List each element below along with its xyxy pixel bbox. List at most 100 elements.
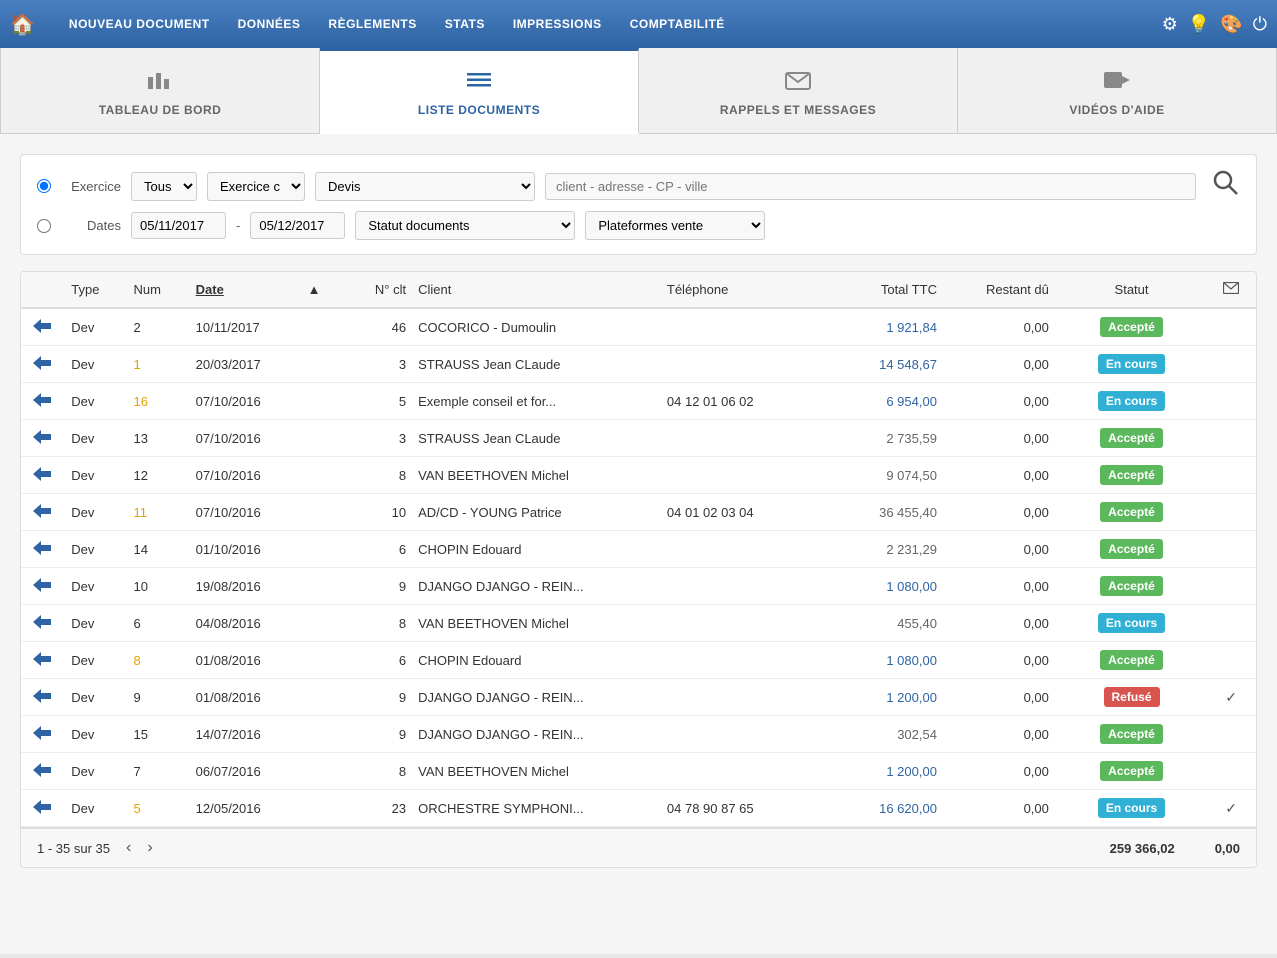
row-client[interactable]: CHOPIN Edouard	[410, 642, 659, 679]
next-page-button[interactable]: ›	[141, 837, 158, 859]
statut-badge[interactable]: Accepté	[1100, 465, 1163, 485]
table-row[interactable]: Dev 1 20/03/2017 3 STRAUSS Jean CLaude 1…	[21, 346, 1256, 383]
row-statut[interactable]: Accepté	[1057, 308, 1206, 346]
row-statut[interactable]: Accepté	[1057, 716, 1206, 753]
table-row[interactable]: Dev 15 14/07/2016 9 DJANGO DJANGO - REIN…	[21, 716, 1256, 753]
statut-badge[interactable]: En cours	[1098, 798, 1165, 818]
col-header-nclt[interactable]: N° clt	[336, 272, 411, 308]
tab-rappels-messages[interactable]: RAPPELS ET MESSAGES	[639, 48, 958, 133]
row-num[interactable]: 2	[125, 308, 187, 346]
row-action-icon[interactable]	[21, 568, 63, 605]
statut-badge[interactable]: En cours	[1098, 391, 1165, 411]
col-header-client[interactable]: Client	[410, 272, 659, 308]
row-action-icon[interactable]	[21, 531, 63, 568]
row-client[interactable]: STRAUSS Jean CLaude	[410, 346, 659, 383]
search-button[interactable]	[1212, 169, 1240, 203]
nav-donnees[interactable]: DONNÉES	[224, 17, 315, 31]
statut-badge[interactable]: En cours	[1098, 613, 1165, 633]
row-num[interactable]: 6	[125, 605, 187, 642]
row-num[interactable]: 16	[125, 383, 187, 420]
row-num[interactable]: 12	[125, 457, 187, 494]
row-action-icon[interactable]	[21, 642, 63, 679]
client-search-input[interactable]	[545, 173, 1196, 200]
row-client[interactable]: VAN BEETHOVEN Michel	[410, 753, 659, 790]
tab-videos-aide[interactable]: VIDÉOS D'AIDE	[958, 48, 1277, 133]
row-num[interactable]: 11	[125, 494, 187, 531]
date-to-input[interactable]	[250, 212, 345, 239]
palette-icon[interactable]: 🎨	[1220, 14, 1242, 35]
row-num[interactable]: 1	[125, 346, 187, 383]
row-action-icon[interactable]	[21, 790, 63, 827]
row-num[interactable]: 14	[125, 531, 187, 568]
statut-badge[interactable]: Accepté	[1100, 428, 1163, 448]
row-action-icon[interactable]	[21, 420, 63, 457]
nav-stats[interactable]: STATS	[431, 17, 499, 31]
statut-badge[interactable]: Accepté	[1100, 539, 1163, 559]
row-action-icon[interactable]	[21, 346, 63, 383]
row-statut[interactable]: Accepté	[1057, 457, 1206, 494]
row-action-icon[interactable]	[21, 457, 63, 494]
row-statut[interactable]: En cours	[1057, 383, 1206, 420]
statut-badge[interactable]: Accepté	[1100, 317, 1163, 337]
table-row[interactable]: Dev 5 12/05/2016 23 ORCHESTRE SYMPHONI..…	[21, 790, 1256, 827]
power-icon[interactable]: ⏻	[1253, 14, 1267, 35]
row-client[interactable]: VAN BEETHOVEN Michel	[410, 605, 659, 642]
row-statut[interactable]: Accepté	[1057, 642, 1206, 679]
table-row[interactable]: Dev 11 07/10/2016 10 AD/CD - YOUNG Patri…	[21, 494, 1256, 531]
row-client[interactable]: CHOPIN Edouard	[410, 531, 659, 568]
nav-comptabilite[interactable]: COMPTABILITÉ	[616, 17, 739, 31]
row-action-icon[interactable]	[21, 605, 63, 642]
statut-select[interactable]: Statut documents	[355, 211, 575, 240]
col-header-date[interactable]: Date	[188, 272, 300, 308]
row-num[interactable]: 13	[125, 420, 187, 457]
table-row[interactable]: Dev 13 07/10/2016 3 STRAUSS Jean CLaude …	[21, 420, 1256, 457]
table-row[interactable]: Dev 6 04/08/2016 8 VAN BEETHOVEN Michel …	[21, 605, 1256, 642]
table-row[interactable]: Dev 8 01/08/2016 6 CHOPIN Edouard 1 080,…	[21, 642, 1256, 679]
row-client[interactable]: DJANGO DJANGO - REIN...	[410, 716, 659, 753]
exercice-select[interactable]: Tous	[131, 172, 197, 201]
nav-nouveau-document[interactable]: NOUVEAU DOCUMENT	[55, 17, 224, 31]
row-num[interactable]: 9	[125, 679, 187, 716]
tab-tableau-de-bord[interactable]: TABLEAU DE BORD	[0, 48, 320, 133]
radio-dates[interactable]	[37, 219, 51, 233]
table-row[interactable]: Dev 10 19/08/2016 9 DJANGO DJANGO - REIN…	[21, 568, 1256, 605]
nav-impressions[interactable]: IMPRESSIONS	[499, 17, 616, 31]
row-action-icon[interactable]	[21, 383, 63, 420]
radio-exercice[interactable]	[37, 179, 51, 193]
nav-reglements[interactable]: RÈGLEMENTS	[314, 17, 430, 31]
col-header-tel[interactable]: Téléphone	[659, 272, 821, 308]
settings-icon[interactable]: ⚙	[1162, 14, 1178, 35]
row-action-icon[interactable]	[21, 308, 63, 346]
row-statut[interactable]: En cours	[1057, 346, 1206, 383]
row-statut[interactable]: Refusé	[1057, 679, 1206, 716]
tab-liste-documents[interactable]: LISTE DOCUMENTS	[320, 48, 639, 134]
row-num[interactable]: 8	[125, 642, 187, 679]
statut-badge[interactable]: Accepté	[1100, 724, 1163, 744]
row-client[interactable]: AD/CD - YOUNG Patrice	[410, 494, 659, 531]
table-row[interactable]: Dev 14 01/10/2016 6 CHOPIN Edouard 2 231…	[21, 531, 1256, 568]
row-statut[interactable]: Accepté	[1057, 568, 1206, 605]
col-header-type[interactable]: Type	[63, 272, 125, 308]
row-num[interactable]: 10	[125, 568, 187, 605]
table-row[interactable]: Dev 12 07/10/2016 8 VAN BEETHOVEN Michel…	[21, 457, 1256, 494]
exercice-c-select[interactable]: Exercice c	[207, 172, 305, 201]
home-icon[interactable]: 🏠	[10, 12, 35, 37]
row-client[interactable]: DJANGO DJANGO - REIN...	[410, 679, 659, 716]
statut-badge[interactable]: Accepté	[1100, 576, 1163, 596]
col-header-statut[interactable]: Statut	[1057, 272, 1206, 308]
col-header-sort-arrow[interactable]: ▲	[300, 272, 336, 308]
row-action-icon[interactable]	[21, 679, 63, 716]
plateforme-select[interactable]: Plateformes vente	[585, 211, 765, 240]
row-num[interactable]: 7	[125, 753, 187, 790]
statut-badge[interactable]: En cours	[1098, 354, 1165, 374]
table-row[interactable]: Dev 2 10/11/2017 46 COCORICO - Dumoulin …	[21, 308, 1256, 346]
table-row[interactable]: Dev 7 06/07/2016 8 VAN BEETHOVEN Michel …	[21, 753, 1256, 790]
document-type-select[interactable]: Devis	[315, 172, 535, 201]
col-header-ttc[interactable]: Total TTC	[821, 272, 945, 308]
prev-page-button[interactable]: ‹	[120, 837, 137, 859]
row-statut[interactable]: Accepté	[1057, 531, 1206, 568]
row-client[interactable]: STRAUSS Jean CLaude	[410, 420, 659, 457]
col-header-num[interactable]: Num	[125, 272, 187, 308]
row-client[interactable]: Exemple conseil et for...	[410, 383, 659, 420]
row-action-icon[interactable]	[21, 494, 63, 531]
